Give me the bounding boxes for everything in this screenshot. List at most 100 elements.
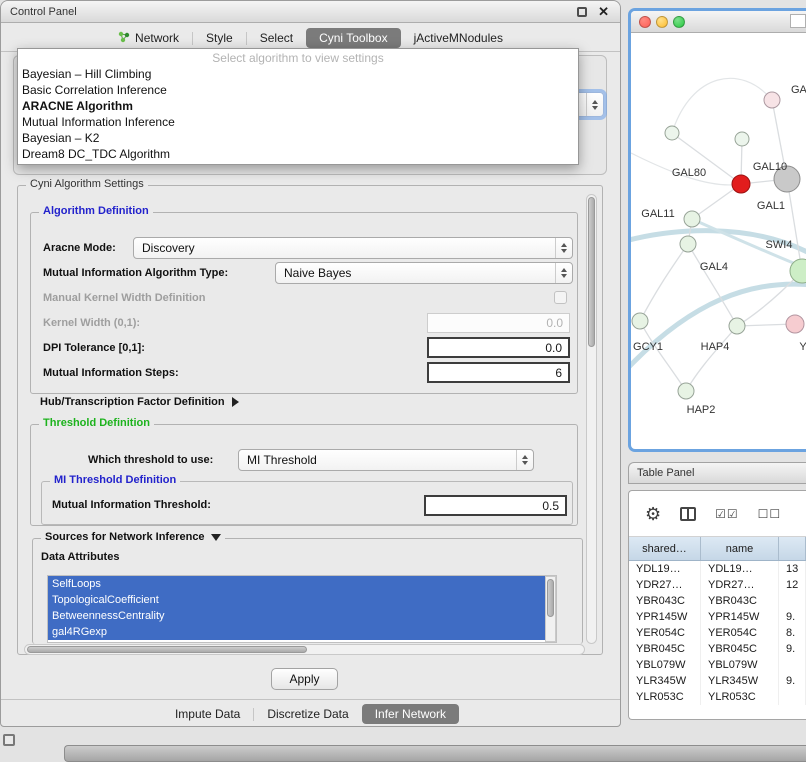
mi-threshold-value: 0.5: [542, 499, 559, 513]
attributes-scrollbar-thumb[interactable]: [547, 579, 554, 617]
mi-steps-field[interactable]: 6: [427, 362, 570, 383]
table-cell: 12: [779, 577, 806, 593]
table-cell: YDL19…: [701, 561, 779, 577]
collapsed-arrow-icon: [232, 397, 239, 407]
table-row[interactable]: YDL19…YDL19…13: [629, 561, 806, 577]
algorithm-option[interactable]: Mutual Information Inference: [18, 114, 578, 130]
network-node[interactable]: [665, 126, 679, 140]
float-panel-icon[interactable]: [577, 7, 587, 17]
attribute-item[interactable]: BetweennessCentrality: [48, 608, 545, 624]
network-edge[interactable]: [787, 179, 802, 271]
kernel-width-field[interactable]: 0.0: [427, 313, 570, 333]
aracne-mode-combobox[interactable]: Discovery: [133, 237, 573, 259]
sources-toggle[interactable]: Sources for Network Inference: [41, 531, 225, 543]
network-edge[interactable]: [631, 284, 806, 371]
network-node[interactable]: [632, 313, 648, 329]
collapsed-panel-icon[interactable]: [3, 734, 15, 746]
table-cell: YBL079W: [701, 657, 779, 673]
network-node[interactable]: [678, 383, 694, 399]
column-header-extra[interactable]: [779, 537, 806, 560]
algorithm-option[interactable]: Basic Correlation Inference: [18, 82, 578, 98]
attribute-item[interactable]: SelfLoops: [48, 576, 545, 592]
hub-section-toggle[interactable]: Hub/Transcription Factor Definition: [40, 396, 239, 408]
table-settings-gear-icon[interactable]: ⚙: [645, 505, 661, 523]
table-cell: [779, 657, 806, 673]
settings-vscroll-thumb[interactable]: [588, 197, 595, 347]
algorithm-option[interactable]: Bayesian – K2: [18, 130, 578, 146]
table-row[interactable]: YPR145WYPR145W9.: [629, 609, 806, 625]
node-label: GAL11: [641, 208, 674, 220]
table-row[interactable]: YBR043CYBR043C: [629, 593, 806, 609]
mi-type-value: Naive Bayes: [276, 266, 555, 280]
tab-select[interactable]: Select: [247, 27, 306, 49]
column-visibility-icon[interactable]: [680, 507, 696, 521]
node-label: GCY1: [633, 341, 663, 353]
table-row[interactable]: YDR27…YDR27…12: [629, 577, 806, 593]
tab-style-label: Style: [206, 31, 233, 45]
network-node[interactable]: [732, 175, 750, 193]
tab-style[interactable]: Style: [193, 27, 246, 49]
network-node[interactable]: [680, 236, 696, 252]
tab-discretize-data-label: Discretize Data: [267, 707, 348, 721]
table-row[interactable]: YLR345WYLR345W9.: [629, 673, 806, 689]
minimize-button[interactable]: [656, 16, 668, 28]
node-label: GAL10: [753, 161, 787, 173]
dpi-tolerance-field[interactable]: 0.0: [427, 337, 570, 358]
tab-infer-network[interactable]: Infer Network: [362, 704, 459, 724]
combo-arrows-icon: [555, 238, 572, 258]
tab-network[interactable]: Network: [105, 27, 192, 50]
mi-threshold-group: MI Threshold Definition Mutual Informati…: [41, 481, 573, 525]
network-node[interactable]: [735, 132, 749, 146]
select-all-rows-icon[interactable]: ☑☑: [715, 507, 739, 521]
network-node[interactable]: [729, 318, 745, 334]
network-node[interactable]: [786, 315, 804, 333]
hub-section-label: Hub/Transcription Factor Definition: [40, 396, 225, 408]
algorithm-option[interactable]: Bayesian – Hill Climbing: [18, 66, 578, 82]
algorithm-option[interactable]: Dream8 DC_TDC Algorithm: [18, 146, 578, 162]
network-node[interactable]: [764, 92, 780, 108]
tab-discretize-data[interactable]: Discretize Data: [254, 703, 361, 725]
attribute-item[interactable]: TopologicalCoefficient: [48, 592, 545, 608]
table-row[interactable]: YER054CYER054C8.: [629, 625, 806, 641]
table-cell: YDL19…: [629, 561, 701, 577]
combo-arrows-icon: [516, 450, 533, 470]
column-header-shared[interactable]: shared…: [629, 537, 701, 560]
attributes-scrollbar[interactable]: [545, 576, 556, 642]
network-node[interactable]: [684, 211, 700, 227]
settings-hscroll-thumb[interactable]: [27, 646, 307, 653]
close-panel-icon[interactable]: ✕: [598, 4, 609, 20]
clear-selection-icon[interactable]: ☐☐: [758, 507, 782, 521]
settings-horizontal-scrollbar[interactable]: [24, 644, 585, 655]
tab-impute-data-label: Impute Data: [175, 707, 240, 721]
apply-button[interactable]: Apply: [271, 668, 338, 690]
mi-type-combobox[interactable]: Naive Bayes: [275, 262, 573, 284]
settings-vertical-scrollbar[interactable]: [586, 194, 597, 644]
zoom-button[interactable]: [673, 16, 685, 28]
manual-kernel-checkbox[interactable]: [554, 291, 567, 304]
algorithm-option[interactable]: ARACNE Algorithm: [18, 98, 578, 114]
which-threshold-combobox[interactable]: MI Threshold: [238, 449, 534, 471]
tab-infer-network-label: Infer Network: [375, 707, 446, 721]
table-panel-title: Table Panel: [637, 467, 695, 479]
view-toolbar-fragment[interactable]: [790, 14, 806, 28]
network-edge[interactable]: [640, 321, 686, 391]
table-row[interactable]: YBR045CYBR045C9.: [629, 641, 806, 657]
mi-threshold-field[interactable]: 0.5: [424, 495, 567, 516]
close-button[interactable]: [639, 16, 651, 28]
attribute-item[interactable]: gal4RGexp: [48, 624, 545, 640]
tab-jactivemnodules[interactable]: jActiveMNodules: [401, 27, 516, 49]
table-cell: [779, 593, 806, 609]
table-row[interactable]: YBL079WYBL079W: [629, 657, 806, 673]
network-edge[interactable]: [672, 78, 772, 133]
node-label: GAL4: [700, 261, 728, 273]
tab-cyni-toolbox[interactable]: Cyni Toolbox: [306, 28, 400, 48]
table-cell: 8.: [779, 625, 806, 641]
network-canvas[interactable]: GALGAL80GAL10GAL11GAL1SWI4GAL4GCY1HAP4YH…: [631, 33, 806, 452]
network-edge[interactable]: [640, 244, 688, 321]
bottom-status-strip: [64, 745, 806, 762]
table-row[interactable]: YLR053CYLR053C: [629, 689, 806, 705]
tab-impute-data[interactable]: Impute Data: [162, 703, 253, 725]
table-cell: YLR345W: [701, 673, 779, 689]
column-header-name[interactable]: name: [701, 537, 779, 560]
network-edge[interactable]: [686, 326, 737, 391]
